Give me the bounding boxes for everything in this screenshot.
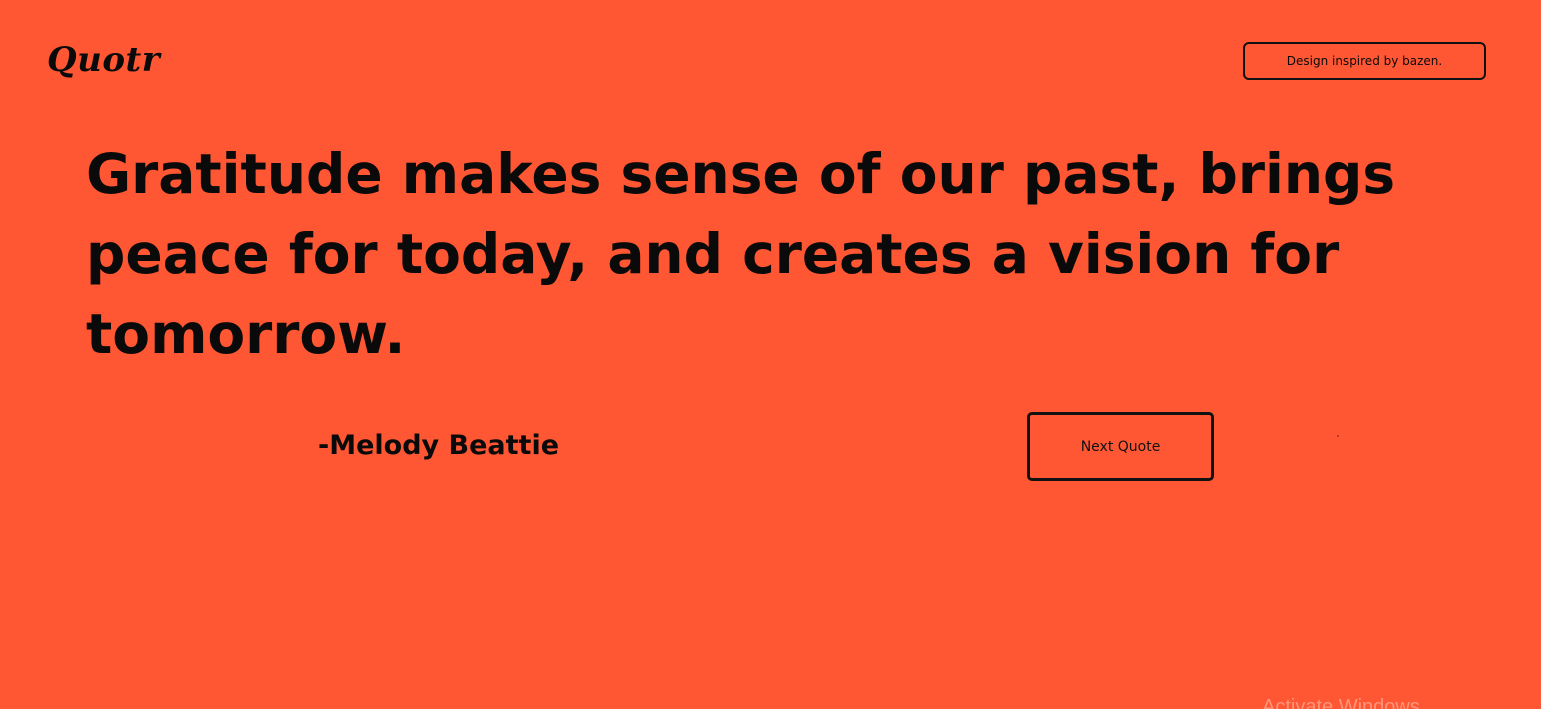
design-credit-button[interactable]: Design inspired by bazen. (1243, 42, 1486, 80)
quote-author: -Melody Beattie (318, 430, 560, 461)
next-quote-button[interactable]: Next Quote (1027, 412, 1214, 481)
decorative-dot (1337, 435, 1339, 437)
activate-windows-watermark: Activate Windows (1262, 696, 1420, 709)
quote-text: Gratitude makes sense of our past, bring… (86, 142, 1396, 366)
logo: Quotr (47, 40, 161, 80)
